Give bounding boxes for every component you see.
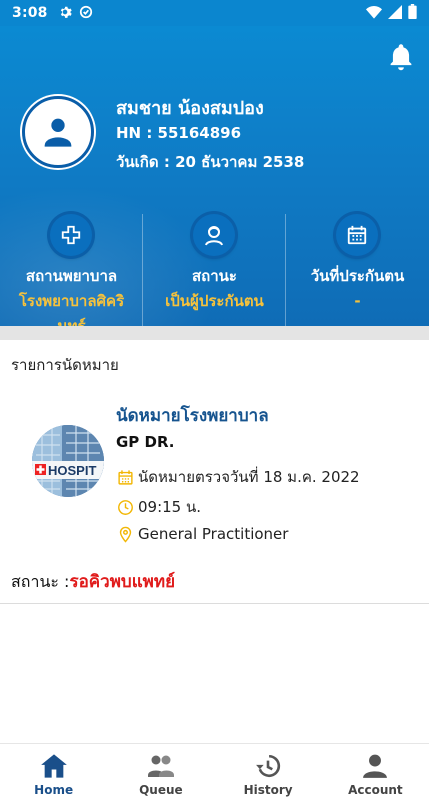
info-hospital-value-line2: นทร์: [57, 317, 86, 326]
home-icon: [40, 752, 68, 780]
appointment-status: สถานะ :รอคิวพบแพทย์: [11, 568, 175, 595]
appointments-section-title: รายการนัดหมาย: [11, 356, 119, 374]
info-insured-date-value-line1: -: [354, 292, 361, 310]
info-insured-date-value: -: [286, 289, 429, 314]
nav-queue[interactable]: Queue: [107, 744, 214, 800]
patient-name: สมชาย น้องสมปอง: [116, 98, 264, 119]
calendar-icon: [336, 214, 378, 256]
calendar-icon: [116, 468, 134, 486]
info-insured-date-label: วันที่ประกันตน: [310, 267, 405, 285]
patient-dob: วันเกิด : 20 ธันวาคม 2538: [116, 153, 305, 171]
cell-signal-icon: [388, 4, 402, 23]
nav-history[interactable]: History: [215, 744, 322, 800]
battery-icon: [408, 3, 417, 23]
appointment-doctor: GP DR.: [116, 433, 175, 451]
appointment-title: นัดหมายโรงพยาบาล: [116, 406, 269, 426]
appointment-department-row: General Practitioner: [116, 525, 288, 543]
nav-queue-label: Queue: [139, 783, 183, 797]
history-icon: [254, 752, 282, 780]
info-hospital: สถานพยาบาล โรงพยาบาลศิคริ นทร์: [0, 214, 143, 326]
gear-icon: [58, 4, 72, 23]
appointment-date-row: นัดหมายตรวจวันที่ 18 ม.ค. 2022: [116, 465, 360, 489]
nav-account-label: Account: [348, 783, 403, 797]
info-hospital-value-line1: โรงพยาบาลศิคริ: [18, 292, 125, 310]
appointment-time: 09:15 น.: [138, 498, 202, 516]
nav-home[interactable]: Home: [0, 744, 107, 800]
patient-hn: HN : 55164896: [116, 124, 242, 142]
status-bar: 3:08: [0, 0, 429, 26]
wifi-icon: [366, 4, 382, 23]
appointment-time-row: 09:15 น.: [116, 495, 201, 519]
bottom-nav: Home Queue History Account: [0, 743, 429, 800]
appointment-department: General Practitioner: [138, 525, 289, 543]
queue-icon: [147, 752, 175, 780]
person-icon: [193, 214, 235, 256]
info-status: สถานะ เป็นผู้ประกันตน: [143, 214, 286, 326]
info-hospital-label: สถานพยาบาล: [25, 267, 118, 285]
hospital-cross-icon: [50, 214, 92, 256]
clock-icon: [116, 498, 134, 516]
appointment-status-label: สถานะ :: [11, 572, 70, 591]
nav-home-label: Home: [34, 783, 74, 797]
appointment-date: นัดหมายตรวจวันที่ 18 ม.ค. 2022: [138, 468, 360, 486]
info-status-value: เป็นผู้ประกันตน: [143, 289, 286, 314]
info-hospital-value: โรงพยาบาลศิคริ นทร์: [0, 289, 143, 326]
profile-header: สมชาย น้องสมปอง HN : 55164896 วันเกิด : …: [0, 26, 429, 326]
location-pin-icon: [116, 525, 134, 543]
nav-history-label: History: [243, 783, 293, 797]
account-icon: [361, 752, 389, 780]
section-separator: [0, 326, 429, 340]
hospital-sign-text: HOSPIT: [48, 463, 96, 478]
info-insured-date: วันที่ประกันตน -: [286, 214, 429, 326]
info-status-label: สถานะ: [192, 267, 237, 285]
sync-icon: [79, 4, 93, 23]
divider: [0, 603, 429, 604]
hospital-image: HOSPIT: [32, 425, 104, 497]
bell-icon[interactable]: [387, 42, 415, 72]
appointment-status-value: รอคิวพบแพทย์: [69, 572, 176, 592]
avatar[interactable]: [22, 96, 94, 168]
nav-account[interactable]: Account: [322, 744, 429, 800]
info-row: สถานพยาบาล โรงพยาบาลศิคริ นทร์ สถานะ เป็…: [0, 214, 429, 326]
info-status-value-line1: เป็นผู้ประกันตน: [165, 292, 264, 310]
user-icon: [44, 118, 72, 147]
status-time: 3:08: [12, 5, 48, 21]
